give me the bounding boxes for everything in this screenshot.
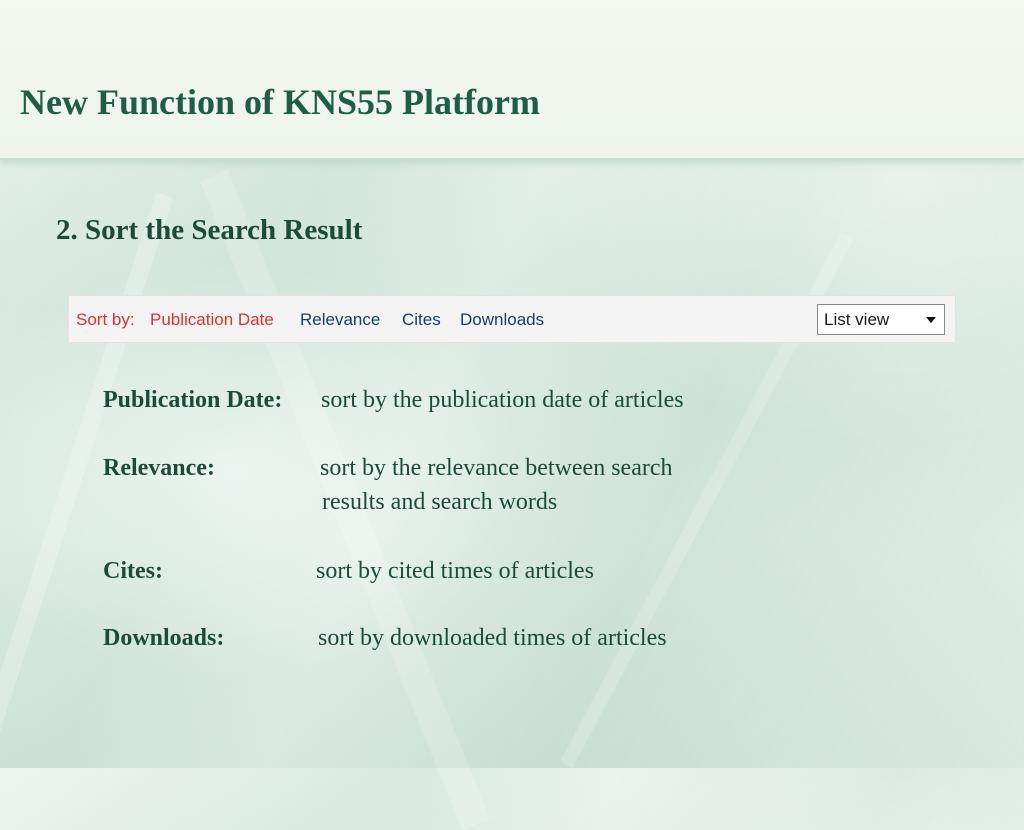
definition-term-downloads: Downloads:: [103, 625, 225, 651]
definition-desc-relevance-line2: results and search words: [322, 489, 558, 515]
chevron-down-icon: [926, 317, 936, 323]
definition-desc-publication-date: sort by the publication date of articles: [321, 387, 684, 413]
definition-term-publication-date: Publication Date:: [103, 387, 283, 413]
sort-bar: Sort by: Publication Date Relevance Cite…: [68, 295, 956, 343]
background-streak: [0, 192, 174, 788]
view-mode-select[interactable]: List view: [817, 304, 945, 335]
definition-desc-downloads: sort by downloaded times of articles: [318, 625, 667, 651]
sort-option-downloads[interactable]: Downloads: [460, 309, 544, 331]
definition-desc-relevance-line1: sort by the relevance between search: [320, 455, 673, 481]
sort-by-label: Sort by:: [76, 310, 135, 329]
sort-option-cites[interactable]: Cites: [402, 309, 441, 331]
page-title: New Function of KNS55 Platform: [20, 82, 540, 122]
definition-desc-cites: sort by cited times of articles: [316, 558, 594, 584]
definition-term-cites: Cites:: [103, 558, 163, 584]
section-title: 2. Sort the Search Result: [56, 214, 363, 246]
definition-term-relevance: Relevance:: [103, 455, 215, 481]
sort-option-relevance[interactable]: Relevance: [300, 309, 380, 331]
view-mode-value: List view: [824, 310, 890, 329]
sort-option-publication-date[interactable]: Publication Date: [150, 309, 274, 331]
